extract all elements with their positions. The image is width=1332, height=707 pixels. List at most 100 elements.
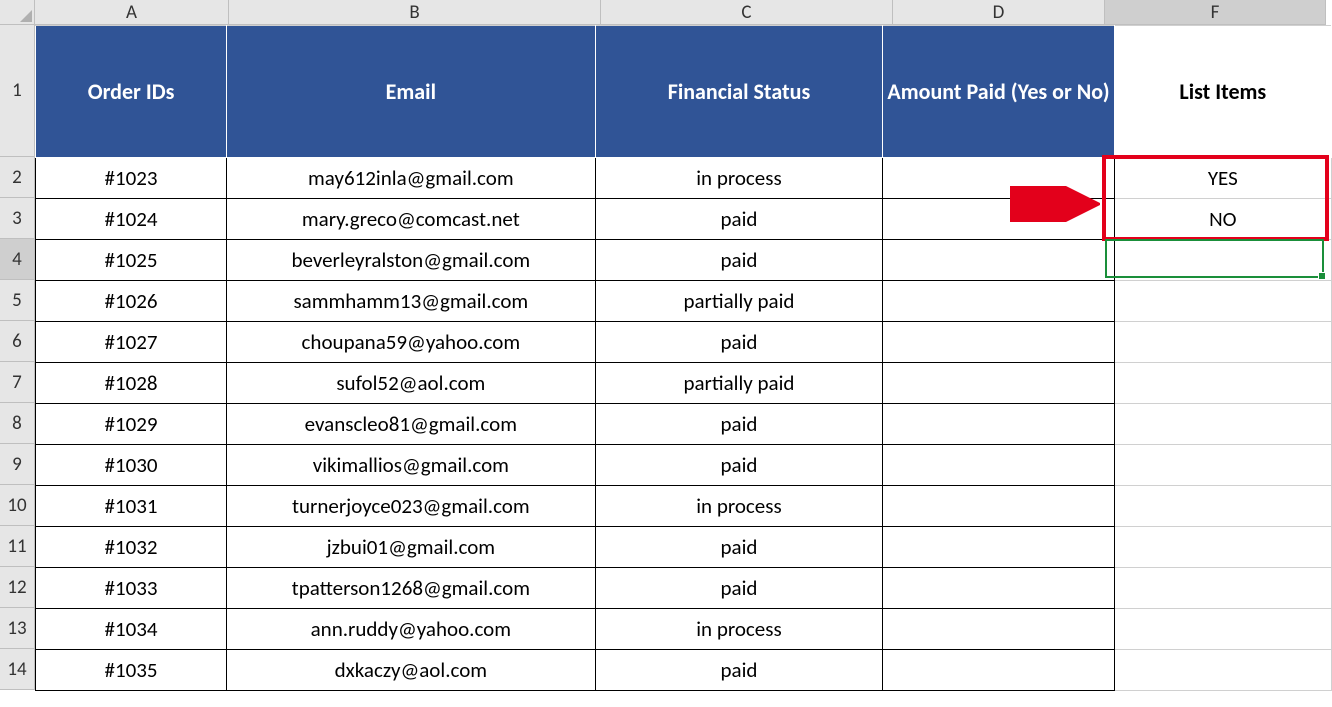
col-header-B[interactable]: B xyxy=(229,0,601,25)
cell-list[interactable] xyxy=(1114,486,1331,527)
header-amount-paid[interactable]: Amount Paid (Yes or No) xyxy=(883,26,1114,158)
cell-paid[interactable] xyxy=(883,404,1114,445)
header-order-ids[interactable]: Order IDs xyxy=(36,26,227,158)
cell-paid[interactable] xyxy=(883,527,1114,568)
cell-email[interactable]: mary.greco@comcast.net xyxy=(227,199,595,240)
cell-list[interactable] xyxy=(1114,527,1331,568)
cell-order[interactable]: #1028 xyxy=(36,363,227,404)
cell-order[interactable]: #1027 xyxy=(36,322,227,363)
cell-list[interactable] xyxy=(1114,363,1331,404)
header-list-items[interactable]: List Items xyxy=(1114,26,1331,158)
cell-order[interactable]: #1035 xyxy=(36,650,227,691)
col-header-A[interactable]: A xyxy=(35,0,229,25)
cell-paid[interactable] xyxy=(883,281,1114,322)
cell-status[interactable]: paid xyxy=(595,404,883,445)
row-header-10[interactable]: 10 xyxy=(0,485,35,526)
row-header-7[interactable]: 7 xyxy=(0,362,35,403)
row-header-1[interactable]: 1 xyxy=(0,25,35,157)
header-financial-status[interactable]: Financial Status xyxy=(595,26,883,158)
cell-status[interactable]: partially paid xyxy=(595,281,883,322)
cell-list[interactable] xyxy=(1114,240,1331,281)
cell-status[interactable]: paid xyxy=(595,322,883,363)
cell-email[interactable]: may612inla@gmail.com xyxy=(227,158,595,199)
cell-order[interactable]: #1031 xyxy=(36,486,227,527)
row-header-14[interactable]: 14 xyxy=(0,649,35,690)
cell-status[interactable]: in process xyxy=(595,486,883,527)
cell-order[interactable]: #1032 xyxy=(36,527,227,568)
cell-paid[interactable] xyxy=(883,650,1114,691)
row-header-6[interactable]: 6 xyxy=(0,321,35,362)
cell-paid[interactable] xyxy=(883,609,1114,650)
cell-order[interactable]: #1030 xyxy=(36,445,227,486)
row-header-12[interactable]: 12 xyxy=(0,567,35,608)
cell-email[interactable]: beverleyralston@gmail.com xyxy=(227,240,595,281)
cell-email[interactable]: evanscleo81@gmail.com xyxy=(227,404,595,445)
cell-order[interactable]: #1026 xyxy=(36,281,227,322)
table-row: #1027choupana59@yahoo.compaid xyxy=(36,322,1332,363)
table-row: #1029evanscleo81@gmail.compaid xyxy=(36,404,1332,445)
cell-list[interactable] xyxy=(1114,281,1331,322)
cell-status[interactable]: paid xyxy=(595,445,883,486)
cell-list[interactable]: NO xyxy=(1114,199,1331,240)
row-header-8[interactable]: 8 xyxy=(0,403,35,444)
table-row: #1024mary.greco@comcast.netpaid NO xyxy=(36,199,1332,240)
cell-order[interactable]: #1025 xyxy=(36,240,227,281)
cell-status[interactable]: paid xyxy=(595,568,883,609)
cell-paid[interactable] xyxy=(883,445,1114,486)
cell-list[interactable]: YES xyxy=(1114,158,1331,199)
cell-email[interactable]: vikimallios@gmail.com xyxy=(227,445,595,486)
cell-list[interactable] xyxy=(1114,404,1331,445)
cell-email[interactable]: sufol52@aol.com xyxy=(227,363,595,404)
cell-list[interactable] xyxy=(1114,609,1331,650)
cell-status[interactable]: paid xyxy=(595,199,883,240)
cell-email[interactable]: choupana59@yahoo.com xyxy=(227,322,595,363)
cell-paid[interactable] xyxy=(883,363,1114,404)
cell-list[interactable] xyxy=(1114,322,1331,363)
header-email[interactable]: Email xyxy=(227,26,595,158)
cell-list[interactable] xyxy=(1114,650,1331,691)
cell-status[interactable]: in process xyxy=(595,158,883,199)
row-header-11[interactable]: 11 xyxy=(0,526,35,567)
cell-order[interactable]: #1023 xyxy=(36,158,227,199)
cell-order[interactable]: #1033 xyxy=(36,568,227,609)
cell-status[interactable]: paid xyxy=(595,527,883,568)
cell-list[interactable] xyxy=(1114,568,1331,609)
table-row: #1031turnerjoyce023@gmail.comin process xyxy=(36,486,1332,527)
cell-order[interactable]: #1029 xyxy=(36,404,227,445)
cell-paid[interactable] xyxy=(883,240,1114,281)
column-headers: ABCDF xyxy=(35,0,1326,25)
cell-order[interactable]: #1034 xyxy=(36,609,227,650)
row-header-13[interactable]: 13 xyxy=(0,608,35,649)
cell-order[interactable]: #1024 xyxy=(36,199,227,240)
cell-list[interactable] xyxy=(1114,445,1331,486)
cell-email[interactable]: tpatterson1268@gmail.com xyxy=(227,568,595,609)
row-headers: 1234567891011121314 xyxy=(0,25,35,690)
row-header-3[interactable]: 3 xyxy=(0,198,35,239)
select-all-corner[interactable] xyxy=(0,0,35,25)
cell-status[interactable]: partially paid xyxy=(595,363,883,404)
cell-paid[interactable] xyxy=(883,199,1114,240)
table-row: #1026sammhamm13@gmail.compartially paid xyxy=(36,281,1332,322)
cell-email[interactable]: dxkaczy@aol.com xyxy=(227,650,595,691)
cell-paid[interactable] xyxy=(883,568,1114,609)
cell-email[interactable]: ann.ruddy@yahoo.com xyxy=(227,609,595,650)
col-header-D[interactable]: D xyxy=(893,0,1105,25)
cell-email[interactable]: sammhamm13@gmail.com xyxy=(227,281,595,322)
row-header-9[interactable]: 9 xyxy=(0,444,35,485)
cell-email[interactable]: jzbui01@gmail.com xyxy=(227,527,595,568)
cell-paid[interactable] xyxy=(883,486,1114,527)
col-header-F[interactable]: F xyxy=(1105,0,1326,25)
cell-email[interactable]: turnerjoyce023@gmail.com xyxy=(227,486,595,527)
cell-status[interactable]: paid xyxy=(595,650,883,691)
cell-paid[interactable] xyxy=(883,158,1114,199)
row-header-2[interactable]: 2 xyxy=(0,157,35,198)
col-header-C[interactable]: C xyxy=(601,0,893,25)
table-row: #1025beverleyralston@gmail.compaid xyxy=(36,240,1332,281)
row-header-4[interactable]: 4 xyxy=(0,239,35,280)
table-row: #1023may612inla@gmail.comin process YES xyxy=(36,158,1332,199)
cell-paid[interactable] xyxy=(883,322,1114,363)
select-all-triangle-icon xyxy=(20,10,32,22)
cell-status[interactable]: paid xyxy=(595,240,883,281)
cell-status[interactable]: in process xyxy=(595,609,883,650)
row-header-5[interactable]: 5 xyxy=(0,280,35,321)
